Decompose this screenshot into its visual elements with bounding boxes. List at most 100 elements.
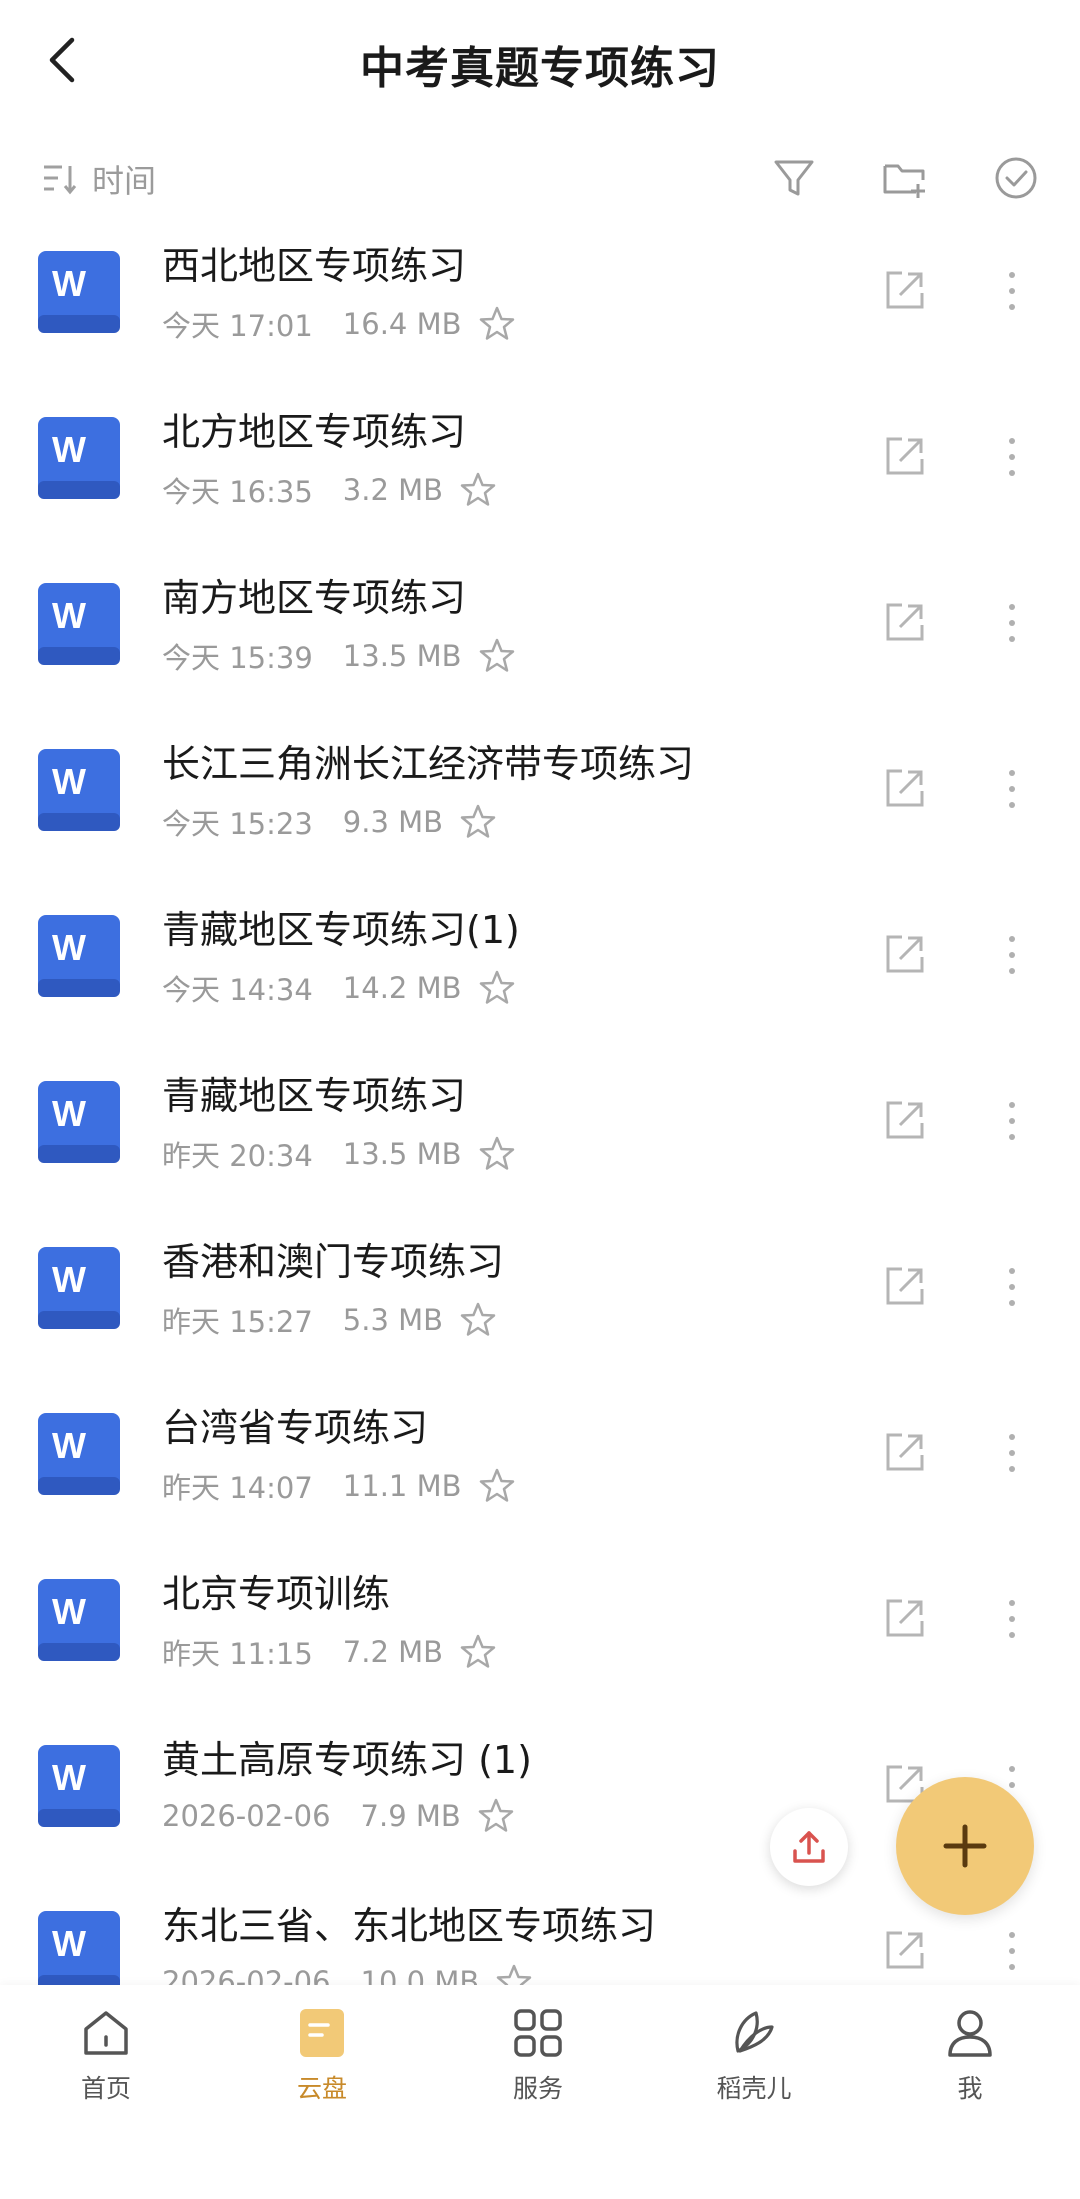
more-options-icon[interactable]	[1004, 1929, 1020, 1973]
file-row[interactable]: W 青藏地区专项练习 昨天 20:34 13.5 MB	[0, 1055, 1080, 1221]
share-external-icon[interactable]	[884, 767, 926, 809]
svg-text:W: W	[52, 429, 86, 470]
file-modified-time: 2026-02-06	[162, 1965, 331, 1985]
svg-text:W: W	[52, 1757, 86, 1798]
word-document-icon: W	[38, 749, 120, 831]
file-row[interactable]: W 台湾省专项练习 昨天 14:07 11.1 MB	[0, 1387, 1080, 1553]
tab-label: 我	[957, 2074, 983, 2103]
star-icon[interactable]	[459, 1301, 497, 1339]
file-meta: 今天 16:35 3.2 MB	[162, 469, 497, 511]
star-icon[interactable]	[459, 471, 497, 509]
file-meta: 今天 14:34 14.2 MB	[162, 967, 516, 1009]
share-external-icon[interactable]	[884, 435, 926, 477]
file-row[interactable]: W 青藏地区专项练习(1) 今天 14:34 14.2 MB	[0, 889, 1080, 1055]
share-external-icon[interactable]	[884, 1099, 926, 1141]
header-bar: 中考真题专项练习	[0, 0, 1080, 125]
more-options-icon[interactable]	[1004, 1597, 1020, 1641]
file-name: 西北地区专项练习	[162, 244, 467, 288]
tab-label: 首页	[80, 2074, 131, 2103]
more-options-icon[interactable]	[1004, 767, 1020, 811]
tab-profile[interactable]: 我	[890, 2005, 1050, 2105]
home-icon	[84, 2011, 128, 2055]
share-external-icon[interactable]	[884, 1431, 926, 1473]
word-document-icon: W	[38, 1081, 120, 1163]
svg-text:W: W	[52, 1425, 86, 1466]
star-icon[interactable]	[478, 1135, 516, 1173]
file-row[interactable]: W 西北地区专项练习 今天 17:01 16.4 MB	[0, 225, 1080, 391]
svg-text:W: W	[52, 927, 86, 968]
share-external-icon[interactable]	[884, 1929, 926, 1971]
share-external-icon[interactable]	[884, 601, 926, 643]
word-document-icon: W	[38, 583, 120, 665]
svg-text:W: W	[52, 1259, 86, 1300]
svg-text:W: W	[52, 761, 86, 802]
more-options-icon[interactable]	[1004, 933, 1020, 977]
new-folder-icon[interactable]	[880, 154, 928, 202]
file-row[interactable]: W 北京专项训练 昨天 11:15 7.2 MB	[0, 1553, 1080, 1719]
filter-icon[interactable]	[770, 154, 818, 202]
share-external-icon[interactable]	[884, 269, 926, 311]
file-modified-time: 昨天 15:27	[162, 1305, 313, 1339]
file-modified-time: 今天 14:34	[162, 973, 313, 1007]
more-options-icon[interactable]	[1004, 601, 1020, 645]
sort-icon	[44, 165, 77, 195]
file-name: 青藏地区专项练习(1)	[162, 908, 520, 952]
more-options-icon[interactable]	[1004, 435, 1020, 479]
star-icon[interactable]	[459, 1633, 497, 1671]
file-modified-time: 今天 15:23	[162, 807, 313, 841]
file-name: 北京专项训练	[162, 1572, 391, 1616]
tab-home[interactable]: 首页	[26, 2005, 186, 2105]
star-icon[interactable]	[495, 1963, 533, 1985]
cloud-disk-icon	[300, 2009, 344, 2057]
star-icon[interactable]	[478, 305, 516, 343]
file-name: 南方地区专项练习	[162, 576, 467, 620]
page-title: 中考真题专项练习	[360, 43, 720, 94]
more-options-icon[interactable]	[1004, 269, 1020, 313]
file-size: 7.9 MB	[360, 1799, 461, 1833]
plus-icon	[943, 1824, 987, 1868]
file-row[interactable]: W 南方地区专项练习 今天 15:39 13.5 MB	[0, 557, 1080, 723]
file-size: 9.3 MB	[342, 805, 444, 839]
share-external-icon[interactable]	[884, 933, 926, 975]
sort-button[interactable]: 时间	[42, 156, 156, 202]
file-modified-time: 今天 16:35	[162, 475, 313, 509]
file-row[interactable]: W 东北三省、东北地区专项练习 2026-02-06 10.0 MB	[0, 1885, 1080, 1985]
leaf-icon	[735, 2011, 774, 2053]
file-modified-time: 2026-02-06	[162, 1799, 331, 1833]
svg-text:W: W	[52, 263, 86, 304]
word-document-icon: W	[38, 417, 120, 499]
upload-button[interactable]	[770, 1808, 848, 1886]
file-list: W 西北地区专项练习 今天 17:01 16.4 MB W 北方地区专项练习 今…	[0, 225, 1080, 1985]
file-size: 13.5 MB	[342, 639, 462, 673]
file-size: 3.2 MB	[342, 473, 444, 507]
file-meta: 今天 15:23 9.3 MB	[162, 801, 497, 843]
file-row[interactable]: W 香港和澳门专项练习 昨天 15:27 5.3 MB	[0, 1221, 1080, 1387]
file-name: 东北三省、东北地区专项练习	[162, 1904, 657, 1948]
star-icon[interactable]	[459, 803, 497, 841]
star-icon[interactable]	[478, 637, 516, 675]
file-row[interactable]: W 长江三角洲长江经济带专项练习 今天 15:23 9.3 MB	[0, 723, 1080, 889]
file-row[interactable]: W 北方地区专项练习 今天 16:35 3.2 MB	[0, 391, 1080, 557]
star-icon[interactable]	[478, 969, 516, 1007]
tab-cloud-disk[interactable]: 云盘	[242, 2005, 402, 2105]
file-meta: 今天 15:39 13.5 MB	[162, 635, 516, 677]
share-external-icon[interactable]	[884, 1265, 926, 1307]
multi-select-check-icon[interactable]	[992, 154, 1040, 202]
upload-icon	[793, 1831, 825, 1863]
add-new-button[interactable]	[896, 1777, 1034, 1915]
profile-icon	[948, 2010, 992, 2057]
more-options-icon[interactable]	[1004, 1265, 1020, 1309]
svg-text:W: W	[52, 1093, 86, 1134]
file-size: 11.1 MB	[342, 1469, 462, 1503]
bottom-tab-bar: 首页 云盘 服务 稻壳儿 我	[0, 1985, 1080, 2199]
star-icon[interactable]	[477, 1797, 515, 1835]
tab-docer[interactable]: 稻壳儿	[674, 2005, 834, 2105]
file-modified-time: 昨天 11:15	[162, 1637, 313, 1671]
svg-text:W: W	[52, 1591, 86, 1632]
star-icon[interactable]	[478, 1467, 516, 1505]
tab-services[interactable]: 服务	[458, 2005, 618, 2105]
file-modified-time: 今天 17:01	[162, 309, 313, 343]
more-options-icon[interactable]	[1004, 1099, 1020, 1143]
share-external-icon[interactable]	[884, 1597, 926, 1639]
more-options-icon[interactable]	[1004, 1431, 1020, 1475]
